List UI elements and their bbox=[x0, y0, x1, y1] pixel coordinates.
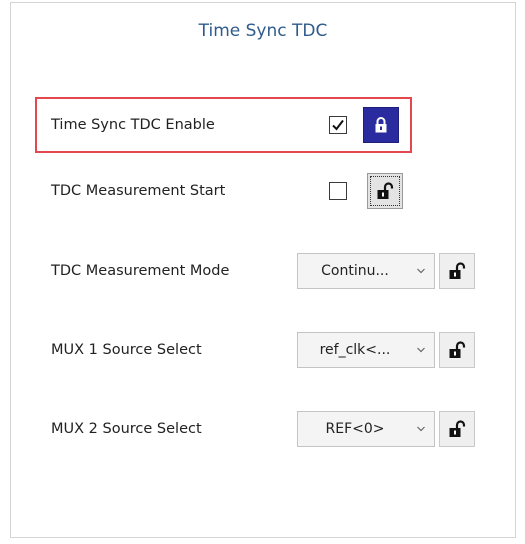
row-mux2-source-select: MUX 2 Source Select REF<0> bbox=[11, 403, 515, 455]
row-tdc-measurement-start: TDC Measurement Start bbox=[11, 165, 515, 217]
tdc-measurement-start-lock-button[interactable] bbox=[367, 173, 403, 209]
lock-open-icon bbox=[449, 420, 466, 437]
tdc-measurement-mode-dropdown[interactable]: Continu... bbox=[297, 253, 435, 289]
lock-open-icon bbox=[377, 182, 394, 199]
mux1-source-select-lock-button[interactable] bbox=[439, 332, 475, 368]
time-sync-tdc-enable-lock-button[interactable] bbox=[363, 107, 399, 143]
row-mux1-source-select: MUX 1 Source Select ref_clk<... bbox=[11, 324, 515, 376]
row-time-sync-tdc-enable: Time Sync TDC Enable bbox=[11, 99, 515, 151]
tdc-measurement-mode-value: Continu... bbox=[321, 263, 389, 279]
mux2-source-select-label: MUX 2 Source Select bbox=[51, 421, 202, 437]
chevron-down-icon bbox=[414, 412, 428, 446]
mux1-source-select-dropdown[interactable]: ref_clk<... bbox=[297, 332, 435, 368]
tdc-measurement-start-checkbox[interactable] bbox=[329, 182, 347, 200]
panel-title: Time Sync TDC bbox=[198, 21, 328, 41]
mux2-source-select-dropdown[interactable]: REF<0> bbox=[297, 411, 435, 447]
tdc-measurement-mode-label: TDC Measurement Mode bbox=[51, 263, 230, 279]
checkmark-icon bbox=[332, 119, 344, 131]
time-sync-tdc-enable-label: Time Sync TDC Enable bbox=[51, 117, 215, 133]
tdc-measurement-mode-lock-button[interactable] bbox=[439, 253, 475, 289]
mux2-source-select-value: REF<0> bbox=[325, 421, 385, 437]
chevron-down-icon bbox=[414, 333, 428, 367]
mux1-source-select-value: ref_clk<... bbox=[319, 342, 391, 358]
lock-open-icon bbox=[449, 262, 466, 279]
chevron-down-icon bbox=[414, 254, 428, 288]
tdc-measurement-start-label: TDC Measurement Start bbox=[51, 183, 226, 199]
row-tdc-measurement-mode: TDC Measurement Mode Continu... bbox=[11, 245, 515, 297]
time-sync-tdc-enable-checkbox[interactable] bbox=[329, 116, 347, 134]
mux1-source-select-label: MUX 1 Source Select bbox=[51, 342, 202, 358]
time-sync-tdc-panel: Time Sync TDC Time Sync TDC Enable TDC M… bbox=[10, 2, 516, 538]
lock-closed-icon bbox=[375, 117, 387, 133]
lock-open-icon bbox=[449, 341, 466, 358]
mux2-source-select-lock-button[interactable] bbox=[439, 411, 475, 447]
